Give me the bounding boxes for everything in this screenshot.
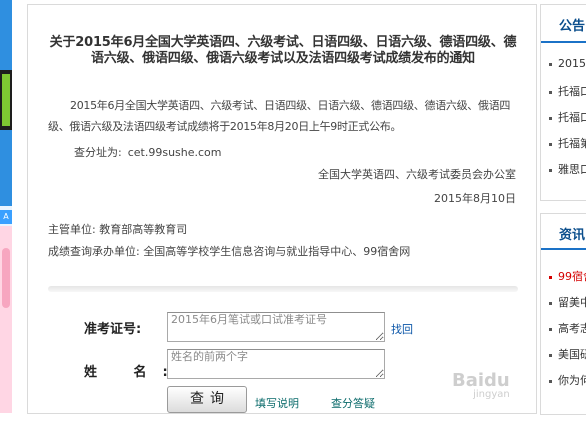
bullet-icon	[549, 62, 552, 66]
ad-tag: A	[0, 210, 12, 224]
ticket-label: 准考证号:	[84, 322, 142, 337]
faq-link[interactable]: 查分答疑	[331, 395, 375, 411]
sidebar-info-item[interactable]: 美国研	[549, 346, 586, 362]
sidebar-notice-item[interactable]: 雅思口	[549, 161, 586, 177]
sidebar-info-item[interactable]: 你为何	[549, 372, 586, 388]
bullet-icon	[549, 327, 552, 331]
sidebar-notice-item[interactable]: 托福第	[549, 135, 586, 151]
sidebar-notice-item[interactable]: 托福口	[549, 109, 586, 125]
bullet-icon	[549, 142, 552, 146]
notice-date: 2015年8月10日	[434, 192, 516, 205]
sidebar-info-item[interactable]: 高考志	[549, 320, 586, 336]
query-url: cet.99sushe.com	[127, 146, 222, 159]
sidebar-info-box: 资讯 99宿舍 留美中 高考志 美国研 你为何	[540, 213, 586, 415]
form-divider	[48, 286, 518, 292]
left-advertisement[interactable]: A	[0, 0, 12, 413]
notice-signer: 全国大学英语四、六级考试委员会办公室	[318, 168, 516, 181]
notice-panel: 关于2015年6月全国大学英语四、六级考试、日语四级、日语六级、德语四级、德语六…	[27, 4, 537, 414]
sidebar-info-item[interactable]: 99宿舍	[549, 268, 586, 284]
ticket-number-input[interactable]	[167, 312, 385, 342]
sidebar-notice-item[interactable]: 2015	[549, 57, 586, 70]
sidebar-notice-box: 公告 2015 托福口 托福口 托福第 雅思口	[540, 4, 586, 201]
bullet-icon	[549, 353, 552, 357]
sidebar-info-title: 资讯	[559, 228, 586, 243]
sidebar-notice-item[interactable]: 托福口	[549, 83, 586, 99]
baidu-watermark: Baidu jingyan	[452, 370, 510, 400]
help-link[interactable]: 填写说明	[255, 395, 299, 411]
ad-graphic-accent	[2, 74, 10, 126]
bullet-icon	[549, 168, 552, 172]
sidebar-info-item[interactable]: 留美中	[549, 294, 586, 310]
name-input[interactable]	[167, 349, 385, 379]
notice-paragraph: 2015年6月全国大学英语四、六级考试、日语四级、日语六级、德语四级、德语六级、…	[48, 99, 511, 133]
bullet-icon	[549, 301, 552, 305]
forgot-ticket-link[interactable]: 找回	[391, 321, 413, 337]
supervisor-unit: 主管单位: 教育部高等教育司	[48, 223, 188, 236]
sidebar-info-rule	[541, 248, 586, 250]
organizer-unit: 成绩查询承办单位: 全国高等学校学生信息咨询与就业指导中心、99宿舍网	[48, 245, 411, 258]
query-button[interactable]: 查询	[167, 386, 247, 413]
bullet-icon	[549, 116, 552, 120]
ad-graphic-pink	[2, 248, 10, 308]
query-url-line: 查分址为: cet.99sushe.com	[74, 144, 222, 160]
query-url-label: 查分址为:	[74, 146, 122, 159]
bullet-icon	[549, 90, 552, 94]
watermark-text: Baidu	[452, 370, 510, 391]
bullet-icon	[549, 379, 552, 383]
sidebar-notice-rule	[541, 41, 586, 43]
sidebar-notice-title: 公告	[559, 19, 586, 34]
notice-title: 关于2015年6月全国大学英语四、六级考试、日语四级、日语六级、德语四级、德语六…	[49, 35, 517, 66]
bullet-icon	[549, 275, 552, 279]
